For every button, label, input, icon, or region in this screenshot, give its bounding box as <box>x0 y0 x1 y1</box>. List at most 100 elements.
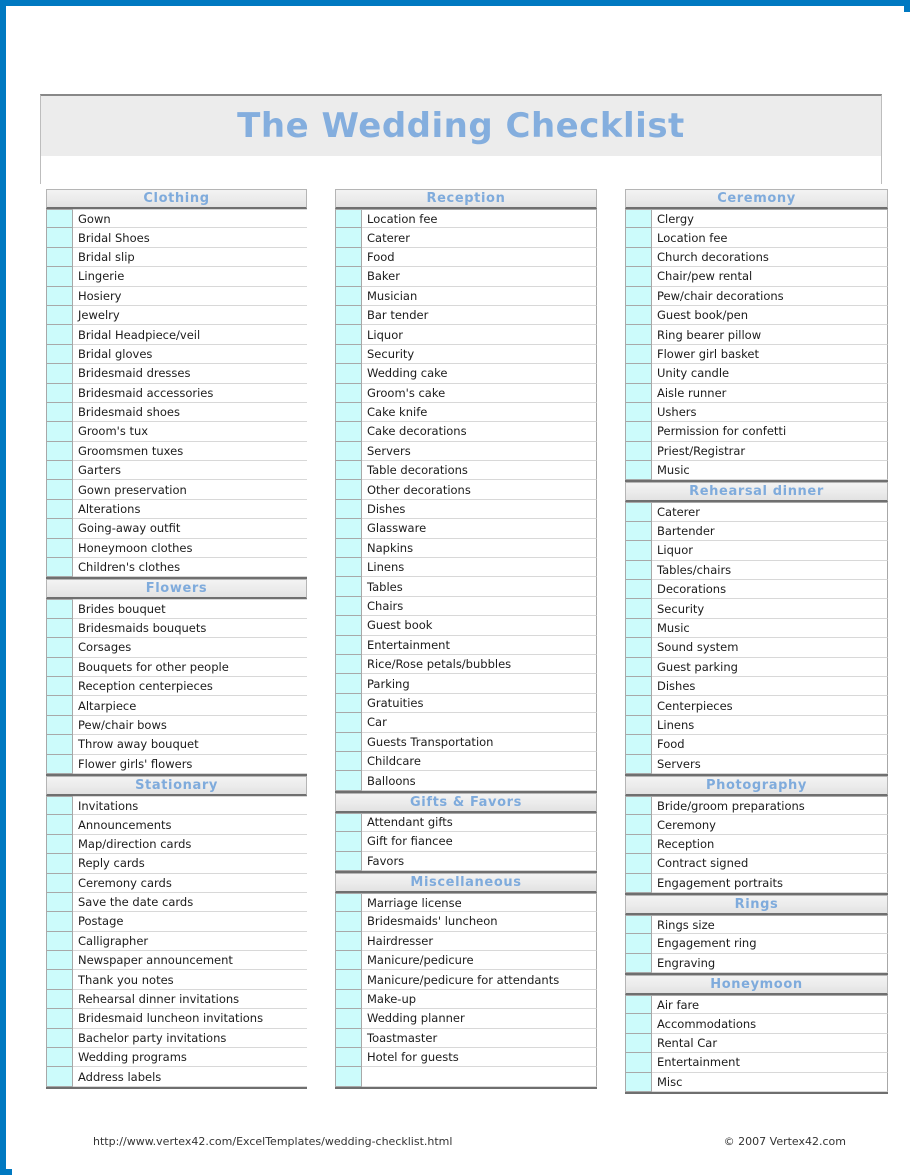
checkbox-cell[interactable] <box>46 1067 73 1087</box>
checkbox-cell[interactable] <box>46 286 73 306</box>
checkbox-cell[interactable] <box>46 892 73 913</box>
checkbox-cell[interactable] <box>625 953 652 974</box>
checkbox-cell[interactable] <box>335 267 362 287</box>
checkbox-cell[interactable] <box>625 934 652 954</box>
checkbox-cell[interactable] <box>625 402 652 423</box>
checkbox-cell[interactable] <box>335 970 362 990</box>
checkbox-cell[interactable] <box>46 1048 73 1068</box>
checkbox-cell[interactable] <box>335 732 362 752</box>
checkbox-cell[interactable] <box>625 305 652 326</box>
checkbox-cell[interactable] <box>625 441 652 462</box>
checkbox-cell[interactable] <box>335 674 362 694</box>
checkbox-cell[interactable] <box>335 577 362 597</box>
checkbox-cell[interactable] <box>46 344 73 365</box>
checkbox-cell[interactable] <box>335 989 362 1010</box>
checkbox-cell[interactable] <box>335 851 362 871</box>
checkbox-cell[interactable] <box>625 364 652 384</box>
checkbox-cell[interactable] <box>46 325 73 345</box>
checkbox-cell[interactable] <box>335 305 362 326</box>
checkbox-cell[interactable] <box>335 931 362 952</box>
checkbox-cell[interactable] <box>335 892 362 913</box>
checkbox-cell[interactable] <box>625 422 652 442</box>
checkbox-cell[interactable] <box>46 228 73 248</box>
checkbox-cell[interactable] <box>335 635 362 655</box>
checkbox-cell[interactable] <box>625 1014 652 1034</box>
checkbox-cell[interactable] <box>625 1053 652 1073</box>
checkbox-cell[interactable] <box>46 931 73 952</box>
checkbox-cell[interactable] <box>46 696 73 716</box>
checkbox-cell[interactable] <box>335 812 362 833</box>
checkbox-cell[interactable] <box>46 1009 73 1029</box>
checkbox-cell[interactable] <box>625 676 652 697</box>
checkbox-cell[interactable] <box>46 638 73 658</box>
footer-source-url[interactable]: http://www.vertex42.com/ExcelTemplates/w… <box>46 1135 452 1148</box>
checkbox-cell[interactable] <box>46 441 73 462</box>
checkbox-cell[interactable] <box>46 715 73 736</box>
checkbox-cell[interactable] <box>46 795 73 816</box>
checkbox-cell[interactable] <box>46 461 73 481</box>
checkbox-cell[interactable] <box>335 1028 362 1049</box>
checkbox-cell[interactable] <box>335 228 362 248</box>
checkbox-cell[interactable] <box>46 305 73 326</box>
checkbox-cell[interactable] <box>46 989 73 1010</box>
checkbox-cell[interactable] <box>625 521 652 542</box>
checkbox-cell[interactable] <box>335 209 362 229</box>
checkbox-cell[interactable] <box>335 558 362 578</box>
checkbox-cell[interactable] <box>46 754 73 774</box>
checkbox-cell[interactable] <box>46 499 73 520</box>
checkbox-cell[interactable] <box>625 914 652 935</box>
checkbox-cell[interactable] <box>625 815 652 835</box>
checkbox-cell[interactable] <box>335 364 362 384</box>
checkbox-cell[interactable] <box>625 325 652 345</box>
checkbox-cell[interactable] <box>335 693 362 714</box>
checkbox-cell[interactable] <box>625 795 652 816</box>
checkbox-cell[interactable] <box>335 441 362 462</box>
checkbox-cell[interactable] <box>335 713 362 733</box>
checkbox-cell[interactable] <box>335 422 362 442</box>
checkbox-cell[interactable] <box>46 519 73 539</box>
checkbox-cell[interactable] <box>625 599 652 619</box>
checkbox-cell[interactable] <box>625 383 652 403</box>
checkbox-cell[interactable] <box>625 735 652 755</box>
checkbox-cell[interactable] <box>46 970 73 990</box>
checkbox-cell[interactable] <box>46 383 73 403</box>
checkbox-cell[interactable] <box>335 771 362 791</box>
checkbox-cell[interactable] <box>46 657 73 677</box>
checkbox-cell[interactable] <box>46 951 73 971</box>
checkbox-cell[interactable] <box>46 873 73 893</box>
checkbox-cell[interactable] <box>335 461 362 481</box>
checkbox-cell[interactable] <box>46 618 73 639</box>
checkbox-cell[interactable] <box>46 834 73 855</box>
checkbox-cell[interactable] <box>625 715 652 736</box>
checkbox-cell[interactable] <box>46 402 73 423</box>
checkbox-cell[interactable] <box>335 538 362 559</box>
checkbox-cell[interactable] <box>335 286 362 306</box>
checkbox-cell[interactable] <box>625 995 652 1015</box>
checkbox-cell[interactable] <box>335 1048 362 1068</box>
checkbox-cell[interactable] <box>625 657 652 677</box>
checkbox-cell[interactable] <box>625 286 652 306</box>
checkbox-cell[interactable] <box>46 538 73 559</box>
checkbox-cell[interactable] <box>46 815 73 835</box>
checkbox-cell[interactable] <box>625 834 652 855</box>
checkbox-cell[interactable] <box>335 1009 362 1029</box>
checkbox-cell[interactable] <box>625 267 652 287</box>
checkbox-cell[interactable] <box>46 735 73 755</box>
checkbox-cell[interactable] <box>625 344 652 365</box>
checkbox-cell[interactable] <box>335 480 362 500</box>
checkbox-cell[interactable] <box>625 228 652 248</box>
checkbox-cell[interactable] <box>625 209 652 229</box>
checkbox-cell[interactable] <box>335 325 362 345</box>
checkbox-cell[interactable] <box>46 209 73 229</box>
checkbox-cell[interactable] <box>625 754 652 774</box>
checkbox-cell[interactable] <box>335 596 362 617</box>
checkbox-cell[interactable] <box>625 696 652 716</box>
checkbox-cell[interactable] <box>335 519 362 539</box>
checkbox-cell[interactable] <box>335 654 362 675</box>
checkbox-cell[interactable] <box>46 267 73 287</box>
checkbox-cell[interactable] <box>335 951 362 971</box>
checkbox-cell[interactable] <box>625 618 652 639</box>
checkbox-cell[interactable] <box>335 1067 362 1087</box>
checkbox-cell[interactable] <box>335 751 362 772</box>
checkbox-cell[interactable] <box>625 580 652 600</box>
